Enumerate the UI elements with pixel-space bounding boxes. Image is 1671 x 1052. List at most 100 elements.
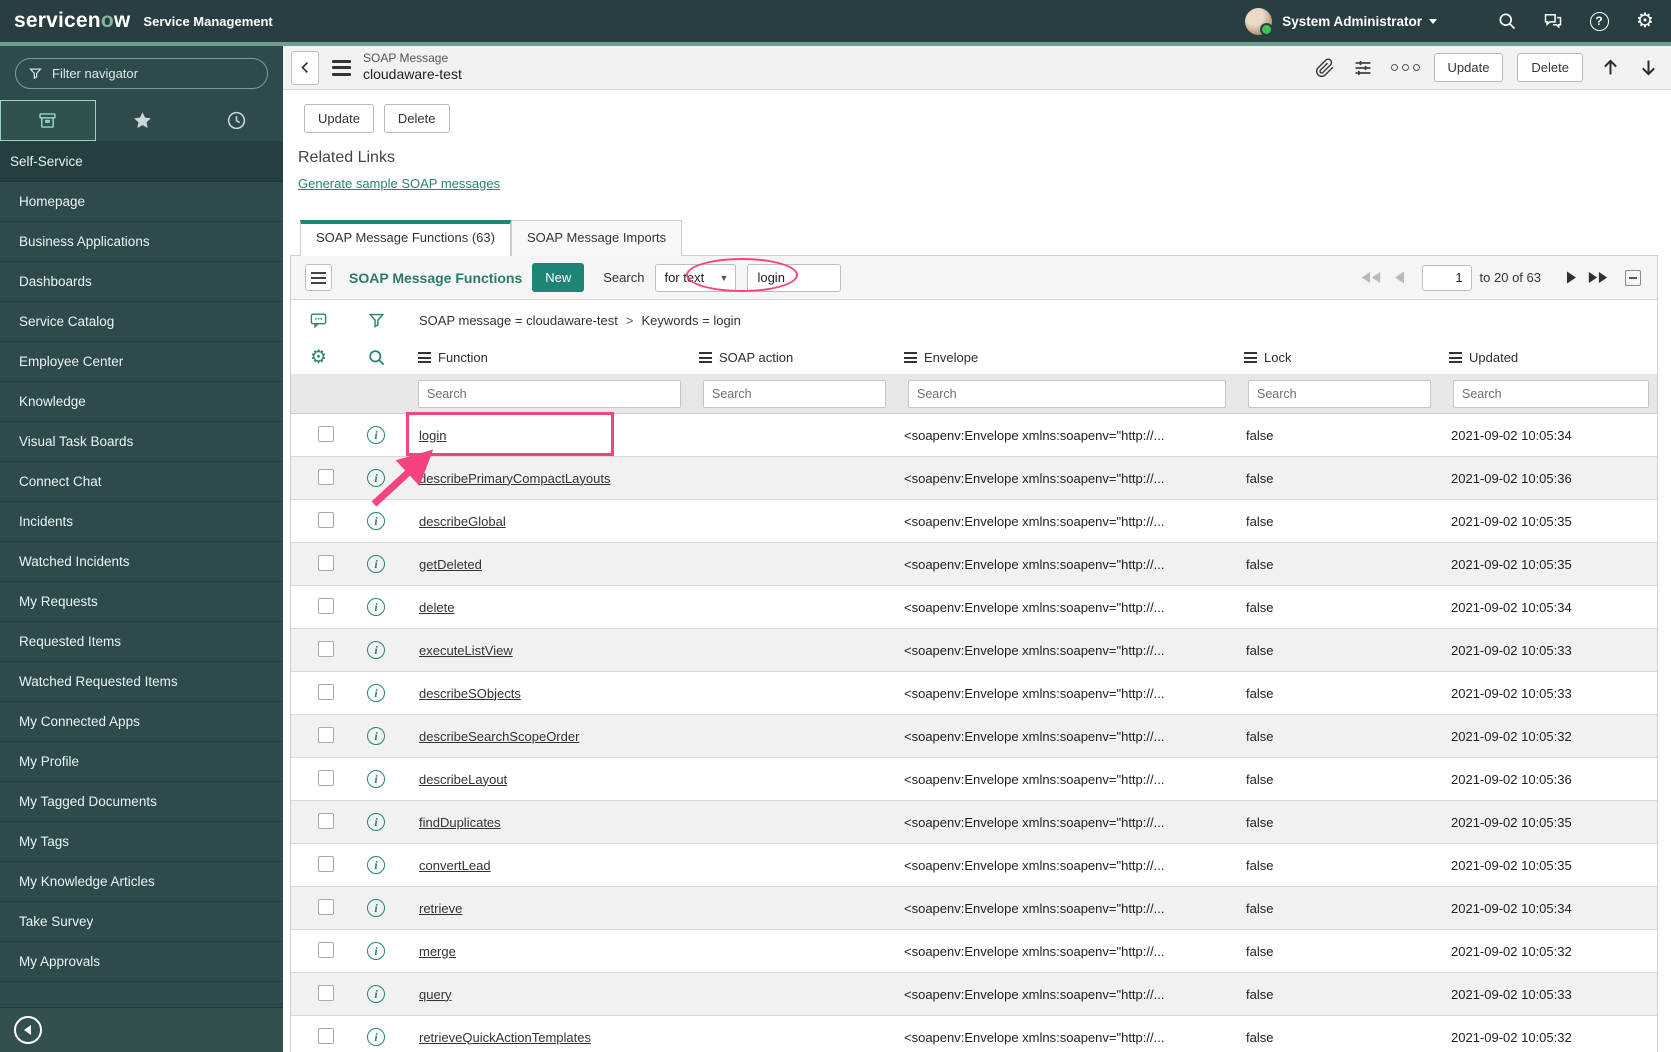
column-menu-icon[interactable]	[699, 352, 712, 363]
row-checkbox[interactable]	[318, 425, 334, 442]
column-menu-icon[interactable]	[1449, 352, 1462, 363]
sidebar-item[interactable]: Visual Task Boards	[0, 422, 283, 462]
user-avatar[interactable]	[1245, 7, 1274, 36]
generate-sample-link[interactable]: Generate sample SOAP messages	[298, 176, 500, 191]
next-record-icon[interactable]	[1638, 57, 1659, 78]
row-checkbox[interactable]	[318, 812, 334, 829]
breadcrumb-funnel-icon[interactable]	[346, 311, 406, 330]
sidebar-item[interactable]: My Tags	[0, 822, 283, 862]
more-options-icon[interactable]	[1390, 64, 1420, 71]
list-search-input[interactable]	[747, 263, 842, 292]
sidebar-item[interactable]: Watched Incidents	[0, 542, 283, 582]
attachment-paperclip-icon[interactable]	[1315, 57, 1335, 78]
sidebar-item[interactable]: Dashboards	[0, 262, 283, 302]
info-icon[interactable]: i	[367, 512, 385, 530]
sidebar-item[interactable]: My Connected Apps	[0, 702, 283, 742]
envelope-column-search[interactable]	[908, 379, 1226, 408]
function-link[interactable]: describePrimaryCompactLayouts	[419, 471, 610, 486]
info-icon[interactable]: i	[367, 426, 385, 444]
function-link[interactable]: retrieve	[419, 901, 462, 916]
info-icon[interactable]: i	[367, 641, 385, 659]
row-checkbox[interactable]	[318, 769, 334, 786]
row-checkbox[interactable]	[318, 554, 334, 571]
column-menu-icon[interactable]	[904, 352, 917, 363]
personalize-form-sliders-icon[interactable]	[1353, 58, 1373, 78]
function-link[interactable]: getDeleted	[419, 557, 482, 572]
first-page-icon[interactable]	[1360, 270, 1382, 285]
info-icon[interactable]: i	[367, 856, 385, 874]
tab-all-applications[interactable]	[0, 100, 96, 141]
sidebar-item[interactable]: Requested Items	[0, 622, 283, 662]
sidebar-item[interactable]: Incidents	[0, 502, 283, 542]
personalize-list-gear-icon[interactable]: ⚙	[291, 348, 346, 367]
row-checkbox[interactable]	[318, 1027, 334, 1044]
function-link[interactable]: login	[419, 428, 446, 443]
row-checkbox[interactable]	[318, 640, 334, 657]
column-header-soap-action[interactable]: SOAP action	[691, 350, 896, 365]
sidebar-item[interactable]: My Requests	[0, 582, 283, 622]
new-button[interactable]: New	[532, 263, 585, 292]
sidebar-section-self-service[interactable]: Self-Service	[0, 141, 283, 182]
search-type-select[interactable]: for text ▼	[655, 263, 737, 292]
row-checkbox[interactable]	[318, 597, 334, 614]
filter-navigator-input[interactable]	[15, 58, 268, 89]
sidebar-item[interactable]: Homepage	[0, 182, 283, 222]
help-icon[interactable]: ?	[1589, 11, 1609, 31]
sidebar-item[interactable]: My Approvals	[0, 942, 283, 982]
row-checkbox[interactable]	[318, 984, 334, 1001]
function-link[interactable]: findDuplicates	[419, 815, 501, 830]
info-icon[interactable]: i	[367, 985, 385, 1003]
function-link[interactable]: query	[419, 987, 452, 1002]
function-link[interactable]: describeGlobal	[419, 514, 506, 529]
header-delete-button[interactable]: Delete	[1517, 53, 1583, 82]
back-button[interactable]	[291, 50, 319, 85]
previous-page-icon[interactable]	[1392, 270, 1406, 285]
info-icon[interactable]: i	[367, 555, 385, 573]
user-menu-caret-icon[interactable]	[1429, 18, 1437, 24]
column-menu-icon[interactable]	[1244, 352, 1257, 363]
row-checkbox[interactable]	[318, 941, 334, 958]
updated-column-search[interactable]	[1453, 379, 1649, 408]
header-update-button[interactable]: Update	[1433, 53, 1504, 82]
column-header-envelope[interactable]: Envelope	[896, 350, 1236, 365]
function-link[interactable]: describeLayout	[419, 772, 507, 787]
function-link[interactable]: retrieveQuickActionTemplates	[419, 1030, 591, 1045]
tab-favorites[interactable]	[96, 100, 190, 141]
info-icon[interactable]: i	[367, 469, 385, 487]
column-header-function[interactable]: Function	[406, 350, 691, 365]
user-name[interactable]: System Administrator	[1282, 14, 1422, 29]
sidebar-item[interactable]: Business Applications	[0, 222, 283, 262]
row-checkbox[interactable]	[318, 726, 334, 743]
update-button[interactable]: Update	[304, 104, 374, 133]
list-search-toggle-icon[interactable]	[346, 348, 406, 367]
info-icon[interactable]: i	[367, 899, 385, 917]
sidebar-item[interactable]: Service Catalog	[0, 302, 283, 342]
lock-column-search[interactable]	[1248, 379, 1431, 408]
breadcrumb-filter-condition[interactable]: SOAP message = cloudaware-test	[419, 313, 618, 328]
sidebar-item[interactable]: My Tagged Documents	[0, 782, 283, 822]
sidebar-item[interactable]: Employee Center	[0, 342, 283, 382]
global-search-icon[interactable]	[1497, 11, 1517, 31]
form-context-menu-icon[interactable]	[332, 59, 351, 76]
sidebar-item[interactable]: Knowledge	[0, 382, 283, 422]
function-link[interactable]: describeSearchScopeOrder	[419, 729, 579, 744]
collapse-sidebar-icon[interactable]	[14, 1016, 42, 1044]
info-icon[interactable]: i	[367, 770, 385, 788]
tab-history[interactable]	[189, 100, 283, 141]
row-checkbox[interactable]	[318, 468, 334, 485]
function-link[interactable]: executeListView	[419, 643, 513, 658]
function-link[interactable]: describeSObjects	[419, 686, 521, 701]
page-number-input[interactable]	[1421, 264, 1472, 291]
chat-icon[interactable]	[1543, 11, 1563, 31]
column-menu-icon[interactable]	[418, 352, 431, 363]
info-icon[interactable]: i	[367, 684, 385, 702]
tab-soap-message-functions[interactable]: SOAP Message Functions (63)	[300, 220, 511, 256]
previous-record-icon[interactable]	[1600, 57, 1621, 78]
info-icon[interactable]: i	[367, 942, 385, 960]
info-icon[interactable]: i	[367, 598, 385, 616]
next-page-icon[interactable]	[1565, 270, 1579, 285]
info-icon[interactable]: i	[367, 727, 385, 745]
list-context-menu-icon[interactable]	[305, 264, 332, 291]
sidebar-item[interactable]: Connect Chat	[0, 462, 283, 502]
minimize-list-icon[interactable]	[1625, 269, 1641, 286]
